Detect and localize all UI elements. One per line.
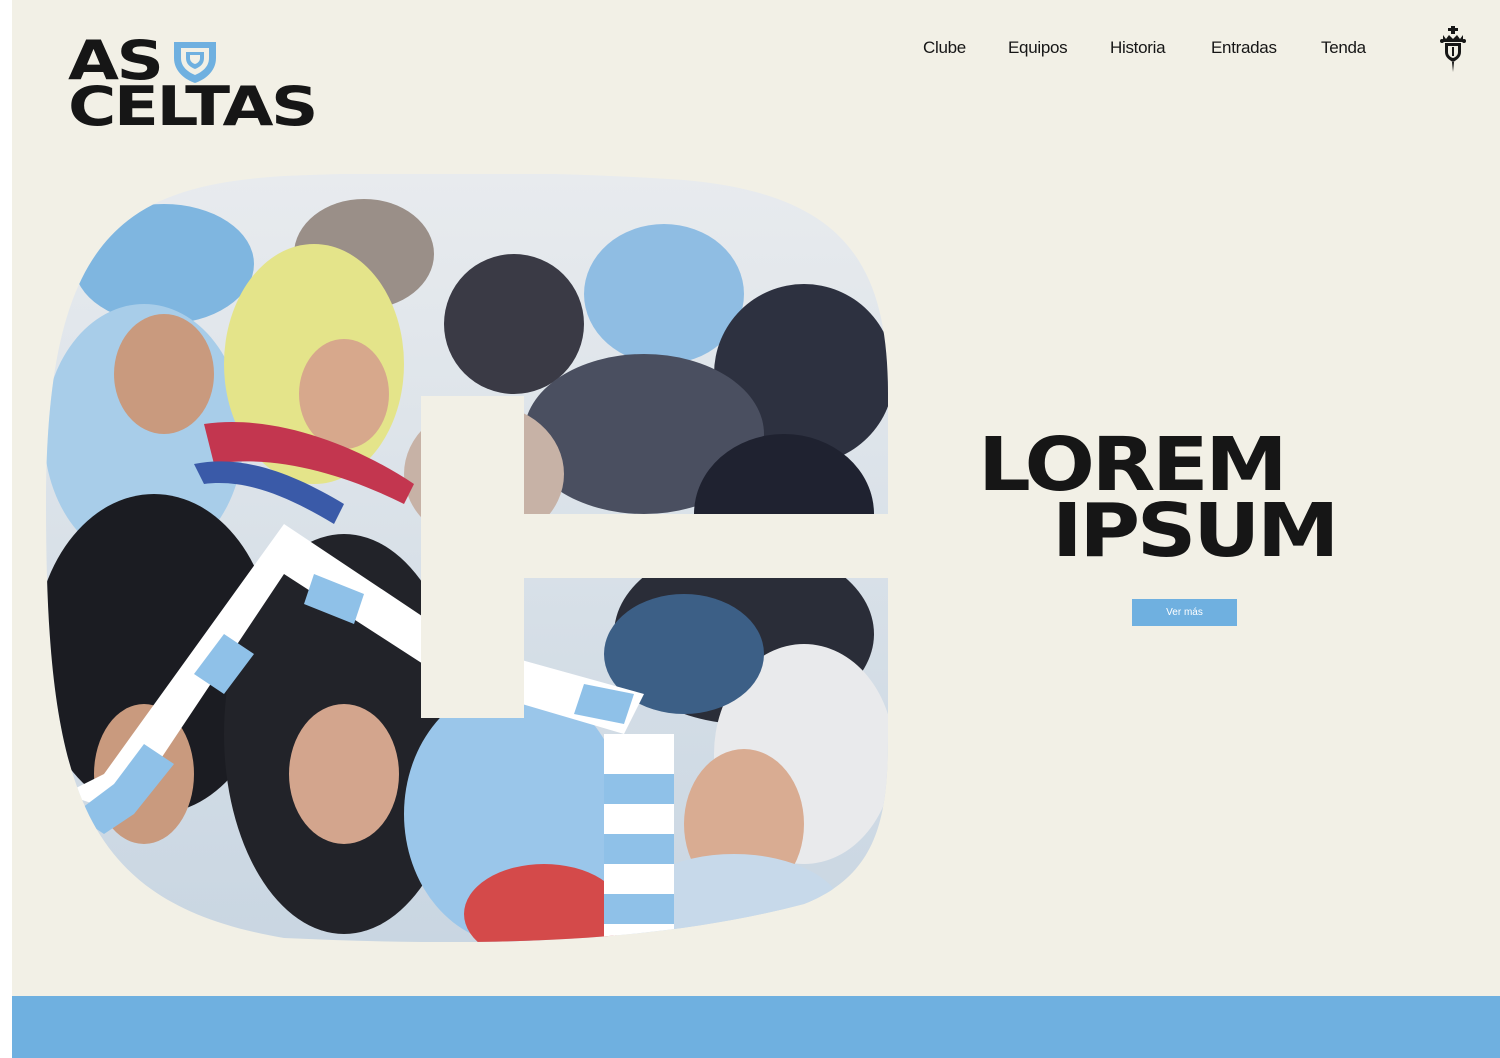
ver-mas-button[interactable]: Ver más bbox=[1132, 599, 1237, 626]
nav-item-equipos[interactable]: Equipos bbox=[1008, 38, 1068, 58]
bottom-color-band bbox=[12, 996, 1500, 1058]
brand-logo[interactable]: AS CELTAS bbox=[68, 34, 338, 138]
page: AS CELTAS Clube Equipos Historia Entrada… bbox=[12, 0, 1500, 1058]
shield-icon bbox=[174, 42, 216, 83]
nav-item-tenda[interactable]: Tenda bbox=[1321, 38, 1366, 58]
logo-line-2: CELTAS bbox=[68, 75, 319, 138]
nav-item-entradas[interactable]: Entradas bbox=[1211, 38, 1277, 58]
hero-headline: LOREM IPSUM bbox=[978, 428, 1398, 568]
hero-image bbox=[46, 174, 888, 942]
headline-line-2: IPSUM bbox=[1051, 488, 1340, 574]
nav-item-historia[interactable]: Historia bbox=[1110, 38, 1166, 58]
club-crest-icon[interactable] bbox=[1438, 26, 1468, 72]
nav-item-clube[interactable]: Clube bbox=[923, 38, 966, 58]
